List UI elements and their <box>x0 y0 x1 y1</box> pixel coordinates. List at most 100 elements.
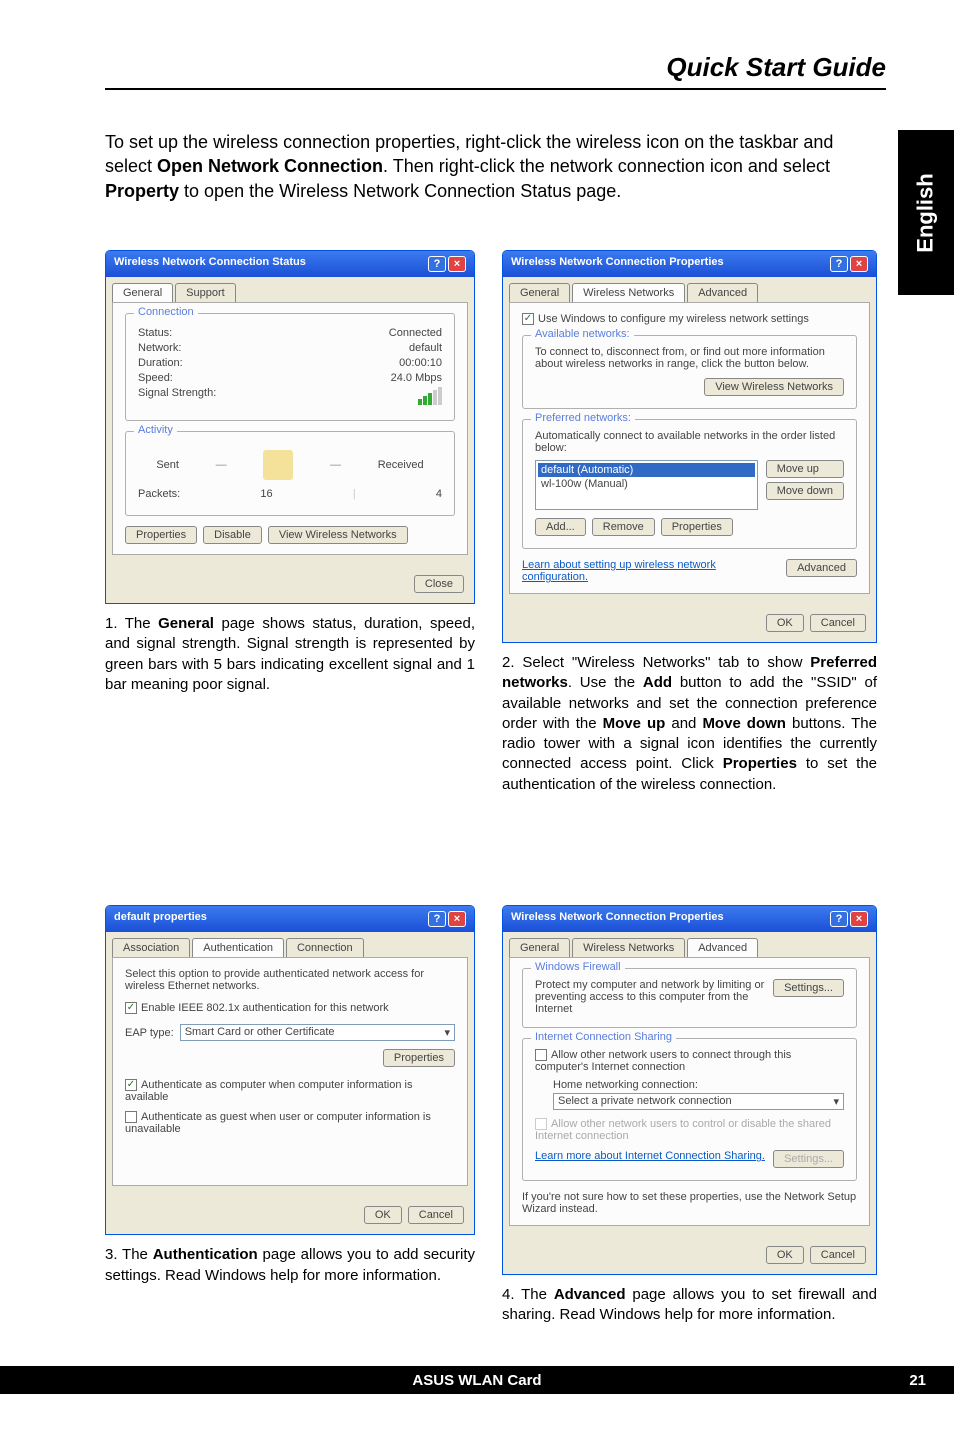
help-icon[interactable]: ? <box>830 256 848 272</box>
help-icon[interactable]: ? <box>830 911 848 927</box>
dialog-wn-props: Wireless Network Connection Properties ?… <box>502 250 877 643</box>
grp-pref-title: Preferred networks: <box>531 412 635 424</box>
list-item[interactable]: wl-100w (Manual) <box>538 477 755 491</box>
dlg4-body: Windows Firewall Protect my computer and… <box>509 957 870 1226</box>
tab-wireless-networks[interactable]: Wireless Networks <box>572 938 685 957</box>
grp-avail-title: Available networks: <box>531 328 634 340</box>
c2b5: Properties <box>723 755 797 772</box>
dialog-default-props: default properties ?× Association Authen… <box>105 905 475 1235</box>
caption-4: 4. The Advanced page allows you to set f… <box>502 1285 877 1326</box>
close-icon[interactable]: × <box>448 911 466 927</box>
help-icon[interactable]: ? <box>428 256 446 272</box>
packets-sent: 16 <box>260 488 272 500</box>
network-value: default <box>409 342 442 354</box>
header-rule <box>105 88 886 90</box>
close-button[interactable]: Close <box>414 575 464 593</box>
close-icon[interactable]: × <box>850 911 868 927</box>
c3n: 3. The <box>105 1246 153 1263</box>
auth-guest-label: Authenticate as guest when user or compu… <box>125 1111 431 1135</box>
col-right-bottom: Wireless Network Connection Properties ?… <box>502 905 877 1326</box>
help-icon[interactable]: ? <box>428 911 446 927</box>
add-button[interactable]: Add... <box>535 518 586 536</box>
intro-b2: Property <box>105 181 179 201</box>
fw-text: Protect my computer and network by limit… <box>535 979 765 1015</box>
dlg4-title: Wireless Network Connection Properties <box>511 911 724 927</box>
tabs: General Support <box>112 283 468 302</box>
tab-general[interactable]: General <box>509 283 570 302</box>
packets-label: Packets: <box>138 488 180 500</box>
duration-value: 00:00:10 <box>399 357 442 369</box>
properties-button[interactable]: Properties <box>125 526 197 544</box>
ics-allow-checkbox[interactable] <box>535 1049 547 1061</box>
close-icon[interactable]: × <box>448 256 466 272</box>
ics1-label: Allow other network users to connect thr… <box>535 1049 791 1073</box>
tabs-2: General Wireless Networks Advanced <box>509 283 870 302</box>
ics-sel-value: Select a private network connection <box>558 1095 732 1108</box>
titlebar-3: default properties ?× <box>106 906 474 932</box>
tab-general[interactable]: General <box>509 938 570 957</box>
ok-button[interactable]: OK <box>766 614 804 632</box>
ok-button[interactable]: OK <box>364 1206 402 1224</box>
tab-support[interactable]: Support <box>175 283 236 302</box>
disable-button[interactable]: Disable <box>203 526 262 544</box>
tab-connection[interactable]: Connection <box>286 938 364 957</box>
tab-wireless-networks[interactable]: Wireless Networks <box>572 283 685 302</box>
cancel-button[interactable]: Cancel <box>810 1246 866 1264</box>
intro-b1: Open Network Connection <box>157 156 383 176</box>
auth-computer-checkbox[interactable]: ✓ <box>125 1079 137 1091</box>
grp-available: Available networks: To connect to, disco… <box>522 335 857 409</box>
caption-2: 2. Select "Wireless Networks" tab to sho… <box>502 653 877 795</box>
language-tab: English <box>898 130 954 295</box>
intro-t2: . Then right-click the network connectio… <box>383 156 830 176</box>
ics-home-label: Home networking connection: <box>553 1079 844 1091</box>
avail-text: To connect to, disconnect from, or find … <box>535 346 844 370</box>
footer-title: ASUS WLAN Card <box>412 1372 541 1389</box>
ics-home-select[interactable]: Select a private network connection ▾ <box>553 1093 844 1110</box>
tab-general[interactable]: General <box>112 283 173 302</box>
cancel-button[interactable]: Cancel <box>408 1206 464 1224</box>
tab-advanced[interactable]: Advanced <box>687 283 758 302</box>
move-up-button[interactable]: Move up <box>766 460 844 478</box>
c2t1: . Use the <box>568 674 643 691</box>
c2n: 2. Select "Wireless Networks" tab to sho… <box>502 654 810 671</box>
ok-button[interactable]: OK <box>766 1246 804 1264</box>
tab-advanced[interactable]: Advanced <box>687 938 758 957</box>
received-label: Received <box>378 459 424 471</box>
titlebar-4: Wireless Network Connection Properties ?… <box>503 906 876 932</box>
eap-select[interactable]: Smart Card or other Certificate ▾ <box>180 1024 455 1041</box>
ics2-label: Allow other network users to control or … <box>535 1118 831 1142</box>
tab-association[interactable]: Association <box>112 938 190 957</box>
properties-button[interactable]: Properties <box>661 518 733 536</box>
chevron-down-icon: ▾ <box>833 1095 839 1108</box>
view-networks-button[interactable]: View Wireless Networks <box>268 526 408 544</box>
cancel-button[interactable]: Cancel <box>810 614 866 632</box>
chevron-down-icon: ▾ <box>444 1026 450 1039</box>
tb-btns-4: ?× <box>830 911 868 927</box>
settings-button-disabled: Settings... <box>773 1150 844 1168</box>
advanced-button[interactable]: Advanced <box>786 559 857 577</box>
move-down-button[interactable]: Move down <box>766 482 844 500</box>
grp-firewall: Windows Firewall Protect my computer and… <box>522 968 857 1028</box>
settings-button[interactable]: Settings... <box>773 979 844 997</box>
eap-value: Smart Card or other Certificate <box>185 1026 335 1039</box>
enable-8021x-checkbox[interactable]: ✓ <box>125 1002 137 1014</box>
status-label: Status: <box>138 327 172 339</box>
list-item[interactable]: default (Automatic) <box>538 463 755 477</box>
remove-button[interactable]: Remove <box>592 518 655 536</box>
use-windows-checkbox[interactable]: ✓ <box>522 313 534 325</box>
c2t3: and <box>665 715 702 732</box>
preferred-list[interactable]: default (Automatic) wl-100w (Manual) <box>535 460 758 510</box>
dlg1-title: Wireless Network Connection Status <box>114 256 306 272</box>
dlg2-title: Wireless Network Connection Properties <box>511 256 724 272</box>
learn-link[interactable]: Learn about setting up wireless network … <box>522 559 778 583</box>
close-icon[interactable]: × <box>850 256 868 272</box>
properties-button[interactable]: Properties <box>383 1049 455 1067</box>
auth-desc: Select this option to provide authentica… <box>125 968 455 992</box>
intro-paragraph: To set up the wireless connection proper… <box>105 130 875 203</box>
ics-learn-link[interactable]: Learn more about Internet Connection Sha… <box>535 1150 765 1162</box>
grp-ics-title: Internet Connection Sharing <box>531 1031 676 1043</box>
tab-authentication[interactable]: Authentication <box>192 938 284 957</box>
view-wireless-button[interactable]: View Wireless Networks <box>704 378 844 396</box>
enable-8021x-label: Enable IEEE 802.1x authentication for th… <box>141 1002 389 1014</box>
auth-guest-checkbox[interactable] <box>125 1111 137 1123</box>
